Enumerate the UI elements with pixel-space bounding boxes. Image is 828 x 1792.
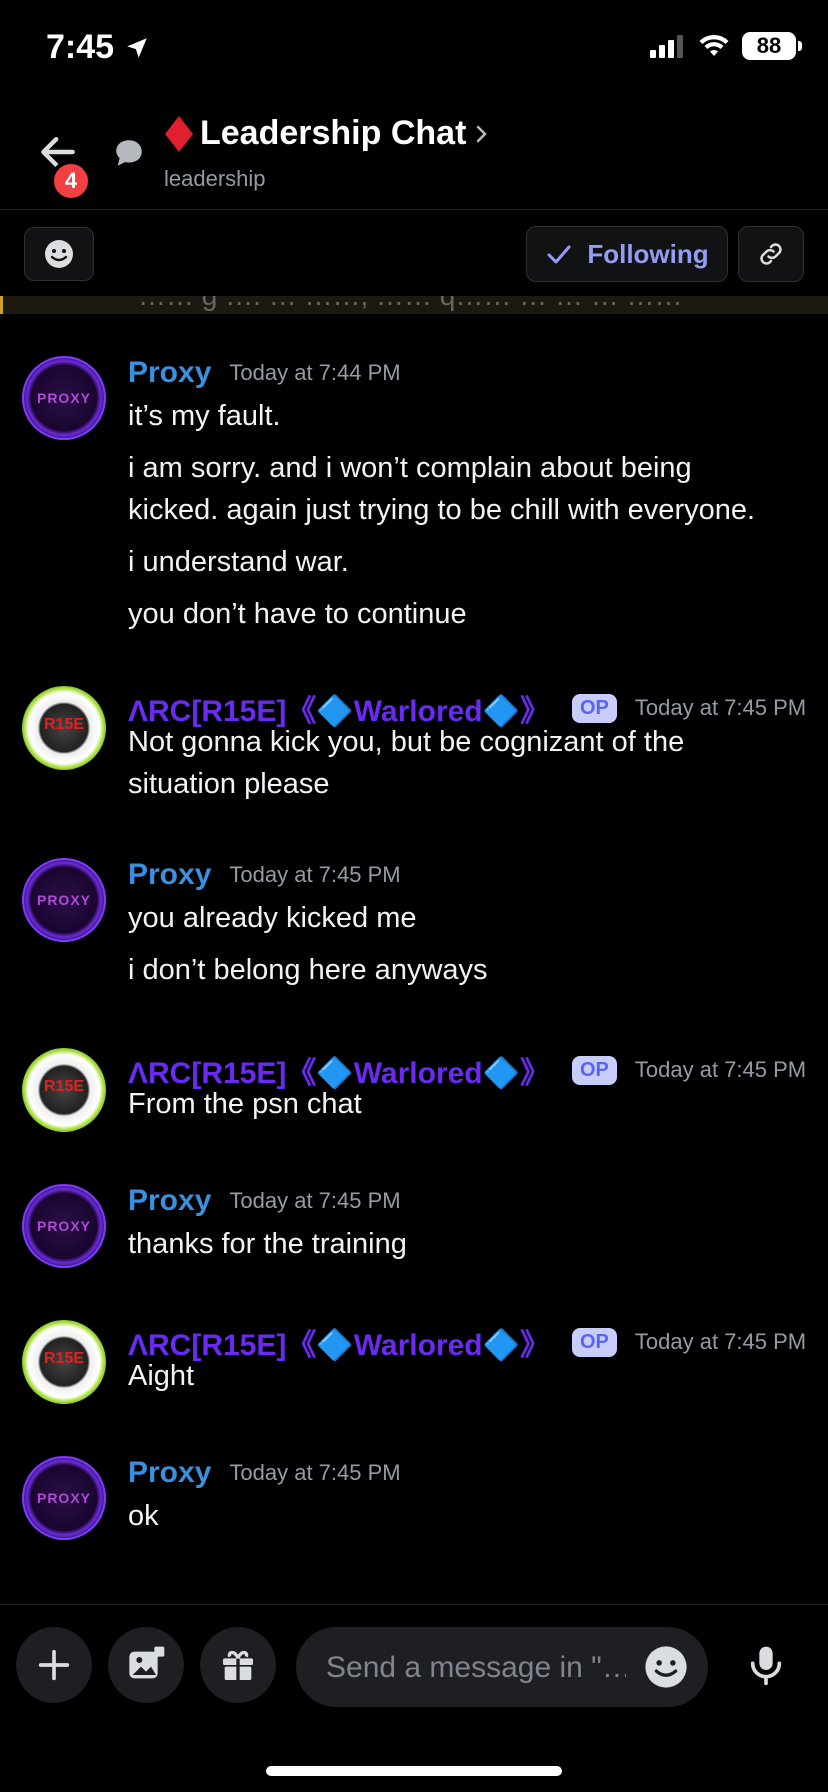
- channel-header: 4 Leadership Chat leadership: [0, 100, 828, 210]
- gift-icon: [223, 1650, 253, 1680]
- voice-message-button[interactable]: [728, 1627, 804, 1703]
- avatar-text: PROXY: [36, 1490, 91, 1506]
- message-text: it’s my fault.: [128, 400, 281, 432]
- plus-icon: [38, 1649, 70, 1681]
- clock: 7:45: [46, 28, 115, 66]
- message-text: Not gonna kick you, but be cognizant of …: [128, 726, 685, 758]
- location-arrow-icon: [127, 37, 147, 58]
- diamond-icon: [165, 115, 193, 152]
- signal-icon: [650, 35, 683, 58]
- message-header: Proxy Today at 7:45 PM: [128, 858, 401, 892]
- following-label: Following: [587, 238, 709, 269]
- emoji-icon[interactable]: [644, 1645, 688, 1689]
- link-icon: [760, 243, 782, 265]
- message-text: Aight: [128, 1360, 195, 1392]
- timestamp: Today at 7:45 PM: [229, 1460, 401, 1485]
- avatar[interactable]: PROXY: [22, 858, 106, 942]
- message-text: ok: [128, 1500, 159, 1532]
- image-icon: [129, 1646, 165, 1679]
- message-header: Proxy Today at 7:45 PM: [128, 1456, 401, 1490]
- author-name[interactable]: ΛRC[R15E]《🔷Warlored🔷》: [128, 686, 550, 730]
- message-composer: [0, 1604, 828, 1725]
- author-name[interactable]: Proxy: [128, 1184, 211, 1218]
- status-time: 7:45: [46, 28, 150, 67]
- emoji-button[interactable]: [24, 227, 94, 281]
- author-name[interactable]: ΛRC[R15E]《🔷Warlored🔷》: [128, 1048, 550, 1092]
- avatar-text: R15E: [43, 1350, 85, 1367]
- channel-title-text: Leadership Chat: [200, 114, 467, 152]
- mic-icon: [750, 1646, 782, 1686]
- avatar-text: R15E: [43, 716, 85, 733]
- timestamp: Today at 7:45 PM: [634, 695, 807, 720]
- message-input[interactable]: [324, 1627, 628, 1709]
- author-name[interactable]: Proxy: [128, 356, 211, 390]
- message-input-container[interactable]: [296, 1627, 708, 1709]
- op-badge: OP: [571, 1327, 617, 1357]
- thread-icon: [116, 140, 142, 166]
- avatar-text: R15E: [43, 1078, 85, 1095]
- avatar-text: PROXY: [36, 1218, 91, 1234]
- channel-subtitle: leadership: [164, 166, 266, 191]
- message-header: Proxy Today at 7:44 PM: [128, 356, 401, 390]
- following-button[interactable]: Following: [526, 226, 728, 282]
- message-text: i am sorry. and i won’t complain about b…: [128, 452, 692, 484]
- battery-indicator: 88: [742, 32, 802, 60]
- op-badge: OP: [571, 693, 617, 723]
- timestamp: Today at 7:44 PM: [229, 360, 401, 385]
- message-text: i don’t belong here anyways: [128, 954, 488, 986]
- add-attachment-button[interactable]: [16, 1627, 92, 1703]
- chevron-right-icon: [477, 125, 488, 142]
- avatar[interactable]: PROXY: [22, 1456, 106, 1540]
- message-text: From the psn chat: [128, 1088, 362, 1120]
- message-text: kicked. again just trying to be chill wi…: [128, 494, 756, 526]
- message-text: i understand war.: [128, 546, 349, 578]
- previous-message-cutoff: …… g …. … ……, …… q…… … … … ……: [0, 296, 828, 314]
- message-header: ΛRC[R15E]《🔷Warlored🔷》 OP Today at 7:45 P…: [128, 686, 806, 730]
- message-header: Proxy Today at 7:45 PM: [128, 1184, 401, 1218]
- status-indicators: 88: [650, 32, 802, 60]
- emoji-icon: [45, 240, 73, 268]
- message-text: you already kicked me: [128, 902, 417, 934]
- status-bar: 7:45 88: [0, 0, 828, 100]
- timestamp: Today at 7:45 PM: [634, 1057, 807, 1082]
- home-indicator: [266, 1766, 562, 1776]
- unread-badge: 4: [50, 160, 92, 202]
- image-upload-button[interactable]: [108, 1627, 184, 1703]
- message-header: ΛRC[R15E]《🔷Warlored🔷》 OP Today at 7:45 P…: [128, 1048, 806, 1092]
- avatar[interactable]: R15E: [22, 1048, 106, 1132]
- author-name[interactable]: Proxy: [128, 1456, 211, 1490]
- cutoff-text: …… g …. … ……, …… q…… … … … ……: [138, 296, 683, 312]
- avatar-text: PROXY: [36, 892, 91, 908]
- message-text: situation please: [128, 768, 330, 800]
- wifi-icon: [699, 34, 729, 56]
- op-badge: OP: [571, 1055, 617, 1085]
- timestamp: Today at 7:45 PM: [634, 1329, 807, 1354]
- avatar[interactable]: R15E: [22, 686, 106, 770]
- message-text: thanks for the training: [128, 1228, 407, 1260]
- avatar[interactable]: PROXY: [22, 356, 106, 440]
- author-name[interactable]: Proxy: [128, 858, 211, 892]
- timestamp: Today at 7:45 PM: [229, 862, 401, 887]
- author-name[interactable]: ΛRC[R15E]《🔷Warlored🔷》: [128, 1320, 550, 1364]
- avatar-text: PROXY: [36, 390, 91, 406]
- timestamp: Today at 7:45 PM: [229, 1188, 401, 1213]
- message-text: you don’t have to continue: [128, 598, 467, 630]
- channel-title[interactable]: Leadership Chat: [164, 114, 492, 153]
- thread-toolbar: Following: [0, 210, 828, 296]
- check-icon: [547, 245, 571, 264]
- avatar[interactable]: R15E: [22, 1320, 106, 1404]
- avatar[interactable]: PROXY: [22, 1184, 106, 1268]
- copy-link-button[interactable]: [738, 226, 804, 282]
- message-header: ΛRC[R15E]《🔷Warlored🔷》 OP Today at 7:45 P…: [128, 1320, 806, 1364]
- gift-button[interactable]: [200, 1627, 276, 1703]
